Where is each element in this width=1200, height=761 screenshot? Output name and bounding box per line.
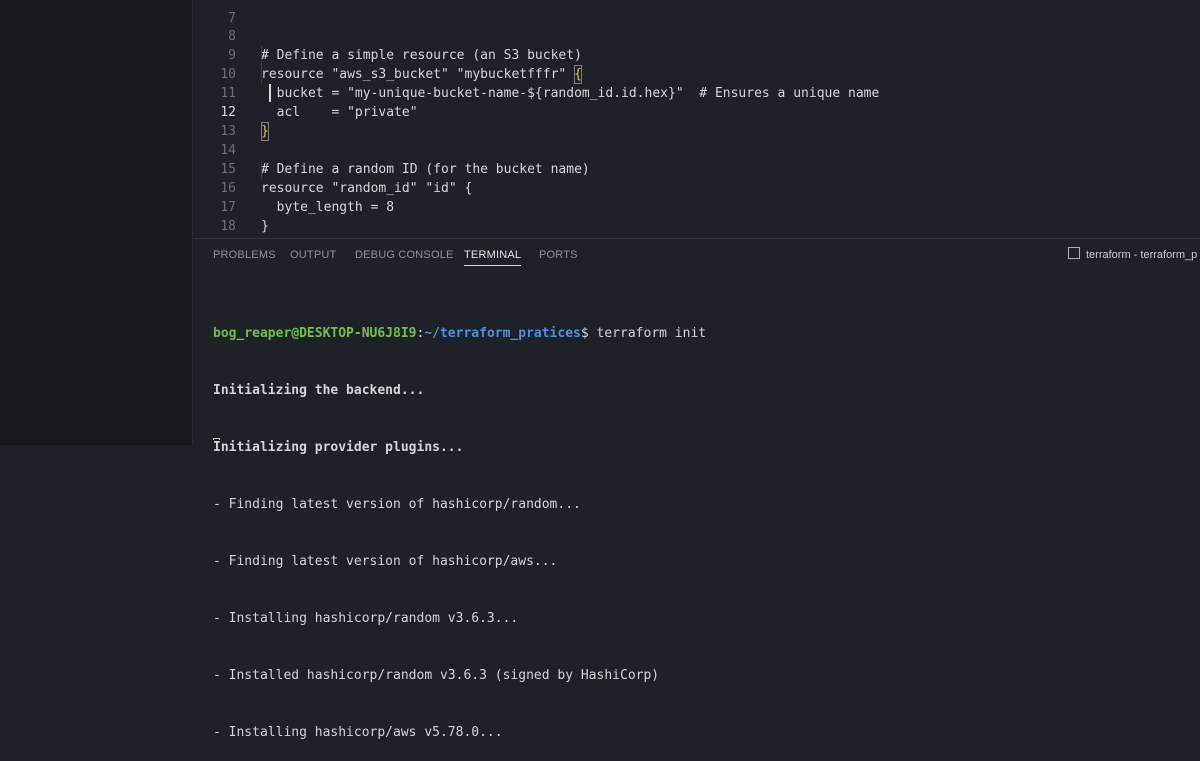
- tab-problems[interactable]: PROBLEMS: [213, 239, 276, 271]
- terminal-line: - Installing hashicorp/aws v5.78.0...: [213, 725, 503, 740]
- indent-guide: [261, 160, 262, 179]
- terminal-instance-tab[interactable]: terraform - terraform_p: [1068, 239, 1200, 271]
- terminal-prompt-line: bog_reaper@DESKTOP-NU6J8I9:~/terraform_p…: [213, 324, 1193, 343]
- code-line[interactable]: 11 acl = "private": [194, 65, 1200, 120]
- side-panel-divider: [192, 0, 193, 445]
- code-line[interactable]: 16 byte_length = 8: [194, 160, 1200, 215]
- code-line[interactable]: 9 resource "aws_s3_bucket" "mybucketfffr…: [194, 27, 1200, 84]
- code-line[interactable]: 19: [194, 217, 1200, 253]
- code-line[interactable]: 14 # Define a random ID (for the bucket …: [194, 122, 1200, 177]
- tab-debug-console[interactable]: DEBUG CONSOLE: [355, 239, 454, 271]
- indent-guide: [261, 46, 262, 84]
- side-panel: [0, 0, 193, 445]
- panel-tabs: PROBLEMS OUTPUT DEBUG CONSOLE TERMINAL P…: [194, 239, 1200, 271]
- code-line[interactable]: 8 # Define a simple resource (an S3 buck…: [194, 8, 1200, 63]
- terminal-icon: [1068, 247, 1080, 259]
- tab-output[interactable]: OUTPUT: [290, 239, 336, 271]
- terminal-cursor: [213, 438, 220, 440]
- code-line[interactable]: 17 }: [194, 179, 1200, 234]
- terminal-line: Initializing the backend...: [213, 383, 425, 398]
- code-line-active[interactable]: 12 }: [194, 84, 1200, 141]
- code-line[interactable]: 10 bucket = "my-unique-bucket-name-${ran…: [194, 46, 1200, 101]
- tab-ports[interactable]: PORTS: [539, 239, 578, 271]
- terminal-line: - Finding latest version of hashicorp/aw…: [213, 554, 558, 569]
- code-line[interactable]: 13: [194, 103, 1200, 139]
- terminal-line: Initializing provider plugins...: [213, 440, 464, 455]
- text-cursor: [269, 84, 271, 102]
- code-editor[interactable]: 7 8 # Define a simple resource (an S3 bu…: [194, 0, 1200, 253]
- code-line[interactable]: 18: [194, 198, 1200, 234]
- terminal-line: - Finding latest version of hashicorp/ra…: [213, 497, 581, 512]
- prompt-command: $ terraform init: [580, 326, 707, 341]
- terminal-output[interactable]: bog_reaper@DESKTOP-NU6J8I9:~/terraform_p…: [213, 286, 1193, 761]
- terminal-line: - Installing hashicorp/random v3.6.3...: [213, 611, 519, 626]
- tab-terminal[interactable]: TERMINAL: [464, 239, 522, 271]
- prompt-path: ~/terraform_pratices: [424, 326, 581, 341]
- prompt-user: bog_reaper@DESKTOP-NU6J8I9: [213, 326, 417, 341]
- code-line[interactable]: 15 resource "random_id" "id" {: [194, 141, 1200, 196]
- terminal-line: - Installed hashicorp/random v3.6.3 (sig…: [213, 668, 660, 683]
- terminal-instance-label: terraform - terraform_p: [1086, 249, 1198, 261]
